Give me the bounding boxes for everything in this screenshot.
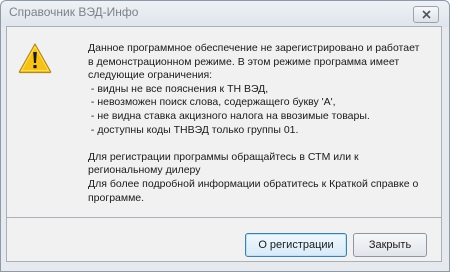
message-line: - доступны коды ТНВЭД только группы 01. [88, 123, 299, 136]
close-button[interactable]: Закрыть [353, 233, 427, 257]
message-line: Данное программное обеспечение не зареги… [88, 42, 420, 54]
message-line: программе. [88, 191, 145, 204]
message-line: - видны не все пояснения к ТН ВЭД, [88, 82, 269, 95]
title-bar[interactable]: Справочник ВЭД-Инфо [1, 1, 449, 27]
registration-info-button[interactable]: О регистрации [245, 233, 347, 257]
close-window-button[interactable] [413, 6, 439, 23]
message-text: Данное программное обеспечение не зареги… [88, 42, 438, 205]
message-line: следующие ограничения: [88, 69, 213, 82]
message-line: - невозможен поиск слова, содержащего бу… [88, 96, 336, 109]
message-line [88, 137, 438, 151]
message-line: региональному дилеру [88, 164, 201, 177]
message-line: Для более подробной информации обратитес… [88, 177, 419, 190]
window-title: Справочник ВЭД-Инфо [9, 5, 139, 19]
message-line: Для регистрации программы обращайтесь в … [88, 150, 359, 163]
warning-icon [18, 43, 52, 74]
message-line: в демонстрационном режиме. В этом режиме… [88, 55, 400, 68]
message-line: - не видна ставка акцизного налога на вв… [88, 109, 370, 122]
close-icon [422, 10, 431, 19]
